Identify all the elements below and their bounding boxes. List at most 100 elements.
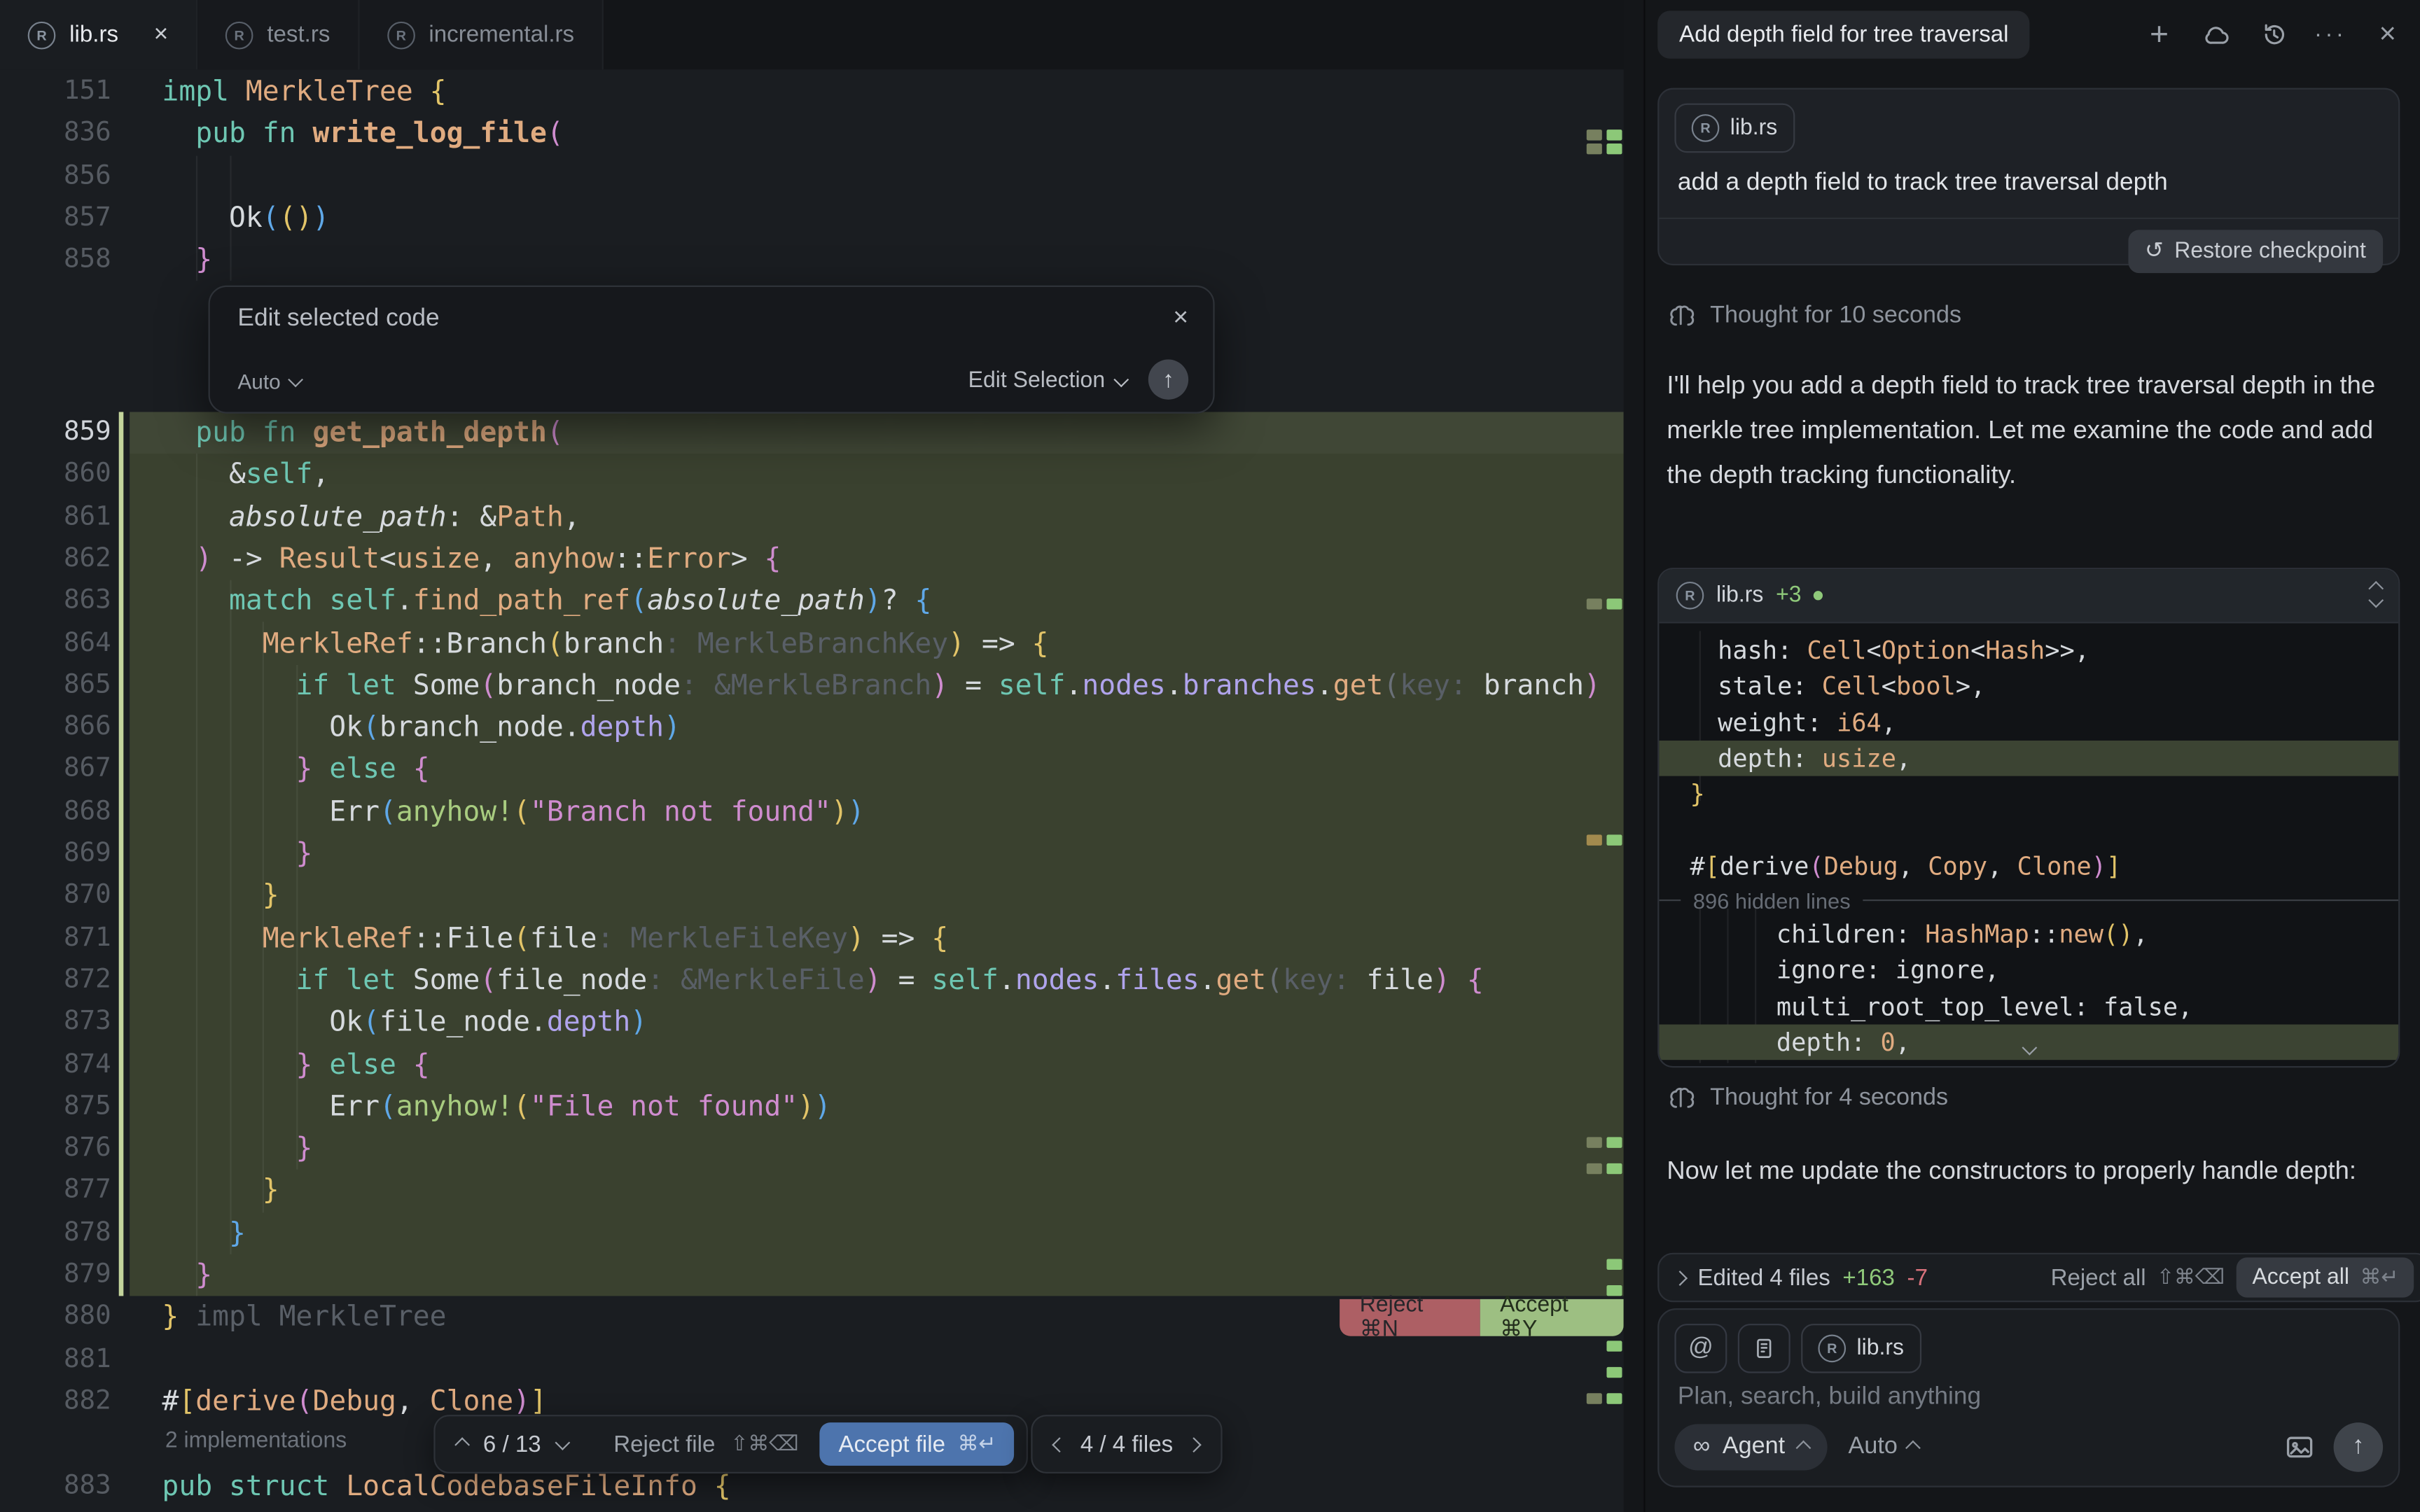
reject-hunk-button[interactable]: Reject ⌘N	[1340, 1299, 1480, 1336]
line-number: 881	[0, 1338, 111, 1380]
diff-code-line: depth: usize,	[1659, 741, 2398, 776]
code-line: 873 Ok(file_node.depth)	[0, 1002, 1624, 1044]
restore-checkpoint-button[interactable]: ↺ Restore checkpoint	[2128, 230, 2383, 273]
popup-title: Edit selected code	[237, 305, 439, 333]
prev-diff-icon[interactable]	[454, 1436, 470, 1452]
accept-hunk-button[interactable]: Accept ⌘Y	[1480, 1299, 1623, 1336]
next-diff-icon[interactable]	[554, 1434, 569, 1450]
line-number: 882	[0, 1380, 111, 1422]
chat-input-card[interactable]: @ R lib.rs Plan, search, build anything …	[1657, 1308, 2400, 1488]
line-number: 856	[0, 155, 111, 197]
thought-row[interactable]: Thought for 10 seconds	[1667, 302, 1961, 330]
code-line: 860 &self,	[0, 454, 1624, 496]
accept-file-button[interactable]: Accept file ⌘↵	[820, 1422, 1015, 1466]
context-file-chip[interactable]: R lib.rs	[1674, 104, 1794, 153]
scrollbar-diff-marker	[1606, 1285, 1622, 1296]
code-line: 861 absolute_path: &Path,	[0, 496, 1624, 538]
scrollbar-diff-marker	[1606, 1163, 1622, 1174]
line-number: 872	[0, 960, 111, 1002]
line-number: 863	[0, 580, 111, 622]
model-auto-dropdown[interactable]: Auto	[1849, 1434, 1919, 1462]
collapse-icon[interactable]	[2370, 583, 2381, 608]
thread-title[interactable]: Add depth field for tree traversal	[1657, 10, 2030, 58]
edits-summary-bar: Edited 4 files +163 -7 Reject all ⇧⌘⌫ Ac…	[1657, 1253, 2420, 1303]
context-file-chip[interactable]: R lib.rs	[1801, 1324, 1921, 1373]
code-line: 871 MerkleRef::File(file: MerkleFileKey)…	[0, 918, 1624, 960]
rules-icon[interactable]	[1738, 1324, 1790, 1373]
line-number: 864	[0, 622, 111, 664]
blank-line	[1659, 812, 2398, 848]
diff-marker	[1587, 834, 1602, 845]
line-number: 874	[0, 1044, 111, 1086]
line-number: 867	[0, 749, 111, 791]
unsaved-dot	[1814, 591, 1823, 600]
diff-marker	[1587, 1137, 1602, 1147]
tab-lib.rs[interactable]: Rlib.rs×	[0, 0, 197, 69]
attach-image-icon[interactable]	[2284, 1432, 2315, 1462]
code-line: 863 match self.find_path_ref(absolute_pa…	[0, 580, 1624, 622]
code-line: 879 }	[0, 1254, 1624, 1296]
mention-button[interactable]: @	[1674, 1324, 1727, 1373]
code-line: 836 pub fn write_log_file(	[0, 113, 1624, 155]
rust-file-icon: R	[225, 21, 253, 49]
divider	[1659, 218, 2398, 219]
scroll-down-icon[interactable]	[2024, 1035, 2034, 1063]
close-icon[interactable]: ×	[1173, 302, 1188, 333]
line-number: 869	[0, 833, 111, 875]
lines-added: +163	[1842, 1264, 1894, 1290]
code-editor[interactable]: 151impl MerkleTree {836 pub fn write_log…	[0, 69, 1624, 1512]
line-number: 870	[0, 875, 111, 917]
tab-incremental.rs[interactable]: Rincremental.rs	[359, 0, 604, 69]
rust-file-icon: R	[1692, 114, 1720, 142]
scrollbar-diff-marker	[1606, 1393, 1622, 1404]
rust-file-icon: R	[387, 21, 415, 49]
line-number: 878	[0, 1212, 111, 1254]
assistant-panel: Add depth field for tree traversal + ···…	[1643, 0, 2420, 1512]
prev-file-icon[interactable]	[1052, 1436, 1067, 1452]
send-button[interactable]: ↑	[2334, 1422, 2384, 1472]
reject-all-button[interactable]: Reject all ⇧⌘⌫	[2051, 1264, 2225, 1290]
line-number: 879	[0, 1254, 111, 1296]
diff-code-line: }	[1659, 776, 2398, 812]
reject-file-button[interactable]: Reject file	[613, 1431, 715, 1457]
assistant-paragraph: Now let me update the constructors to pr…	[1667, 1149, 2389, 1194]
tab-test.rs[interactable]: Rtest.rs	[197, 0, 359, 69]
scrollbar-diff-marker	[1606, 144, 1622, 154]
chat-input-placeholder[interactable]: Plan, search, build anything	[1678, 1384, 1981, 1412]
files-navigation: 4 / 4 files	[1031, 1415, 1222, 1474]
code-line: 859 pub fn get_path_depth(	[0, 412, 1624, 454]
diff-marker	[1587, 130, 1602, 140]
diff-card-header[interactable]: R lib.rs +3	[1659, 569, 2398, 623]
agent-mode-dropdown[interactable]: ∞ Agent	[1674, 1424, 1826, 1470]
thought-row[interactable]: Thought for 4 seconds	[1667, 1084, 1948, 1112]
tab-close-icon[interactable]: ×	[154, 21, 169, 49]
code-lens[interactable]: 2 implementations	[165, 1423, 347, 1460]
line-number: 858	[0, 239, 111, 281]
expand-icon[interactable]	[1672, 1270, 1688, 1285]
submit-arrow-button[interactable]: ↑	[1148, 360, 1188, 400]
code-line: 875 Err(anyhow!("File not found"))	[0, 1086, 1624, 1128]
diff-marker	[1587, 1163, 1602, 1174]
code-line: 878 }	[0, 1212, 1624, 1254]
scrollbar-diff-marker	[1606, 834, 1622, 845]
cloud-icon[interactable]	[2201, 20, 2232, 50]
reject-file-shortcut: ⇧⌘⌫	[730, 1432, 798, 1456]
added-count: +3	[1776, 583, 1801, 608]
scrollbar-diff-marker	[1606, 1340, 1622, 1351]
line-number: 876	[0, 1128, 111, 1170]
close-panel-icon[interactable]: ×	[2372, 20, 2403, 50]
undo-icon: ↺	[2145, 239, 2164, 264]
next-file-icon[interactable]	[1186, 1436, 1202, 1452]
accept-all-button[interactable]: Accept all ⌘↵	[2237, 1257, 2414, 1297]
new-thread-icon[interactable]: +	[2143, 20, 2174, 50]
model-dropdown[interactable]: Auto	[237, 370, 300, 393]
diff-marker	[1587, 598, 1602, 609]
history-icon[interactable]	[2258, 20, 2289, 50]
hidden-lines-separator[interactable]: 896 hidden lines	[1659, 884, 2398, 916]
assistant-paragraph: I'll help you add a depth field to track…	[1667, 364, 2389, 498]
more-options-icon[interactable]: ···	[2315, 20, 2346, 50]
diff-code-line: children: HashMap::new(),	[1659, 916, 2398, 952]
edit-selection-dropdown[interactable]: Edit Selection	[968, 369, 1127, 393]
diff-marker	[1587, 144, 1602, 154]
code-line: 877 }	[0, 1170, 1624, 1212]
